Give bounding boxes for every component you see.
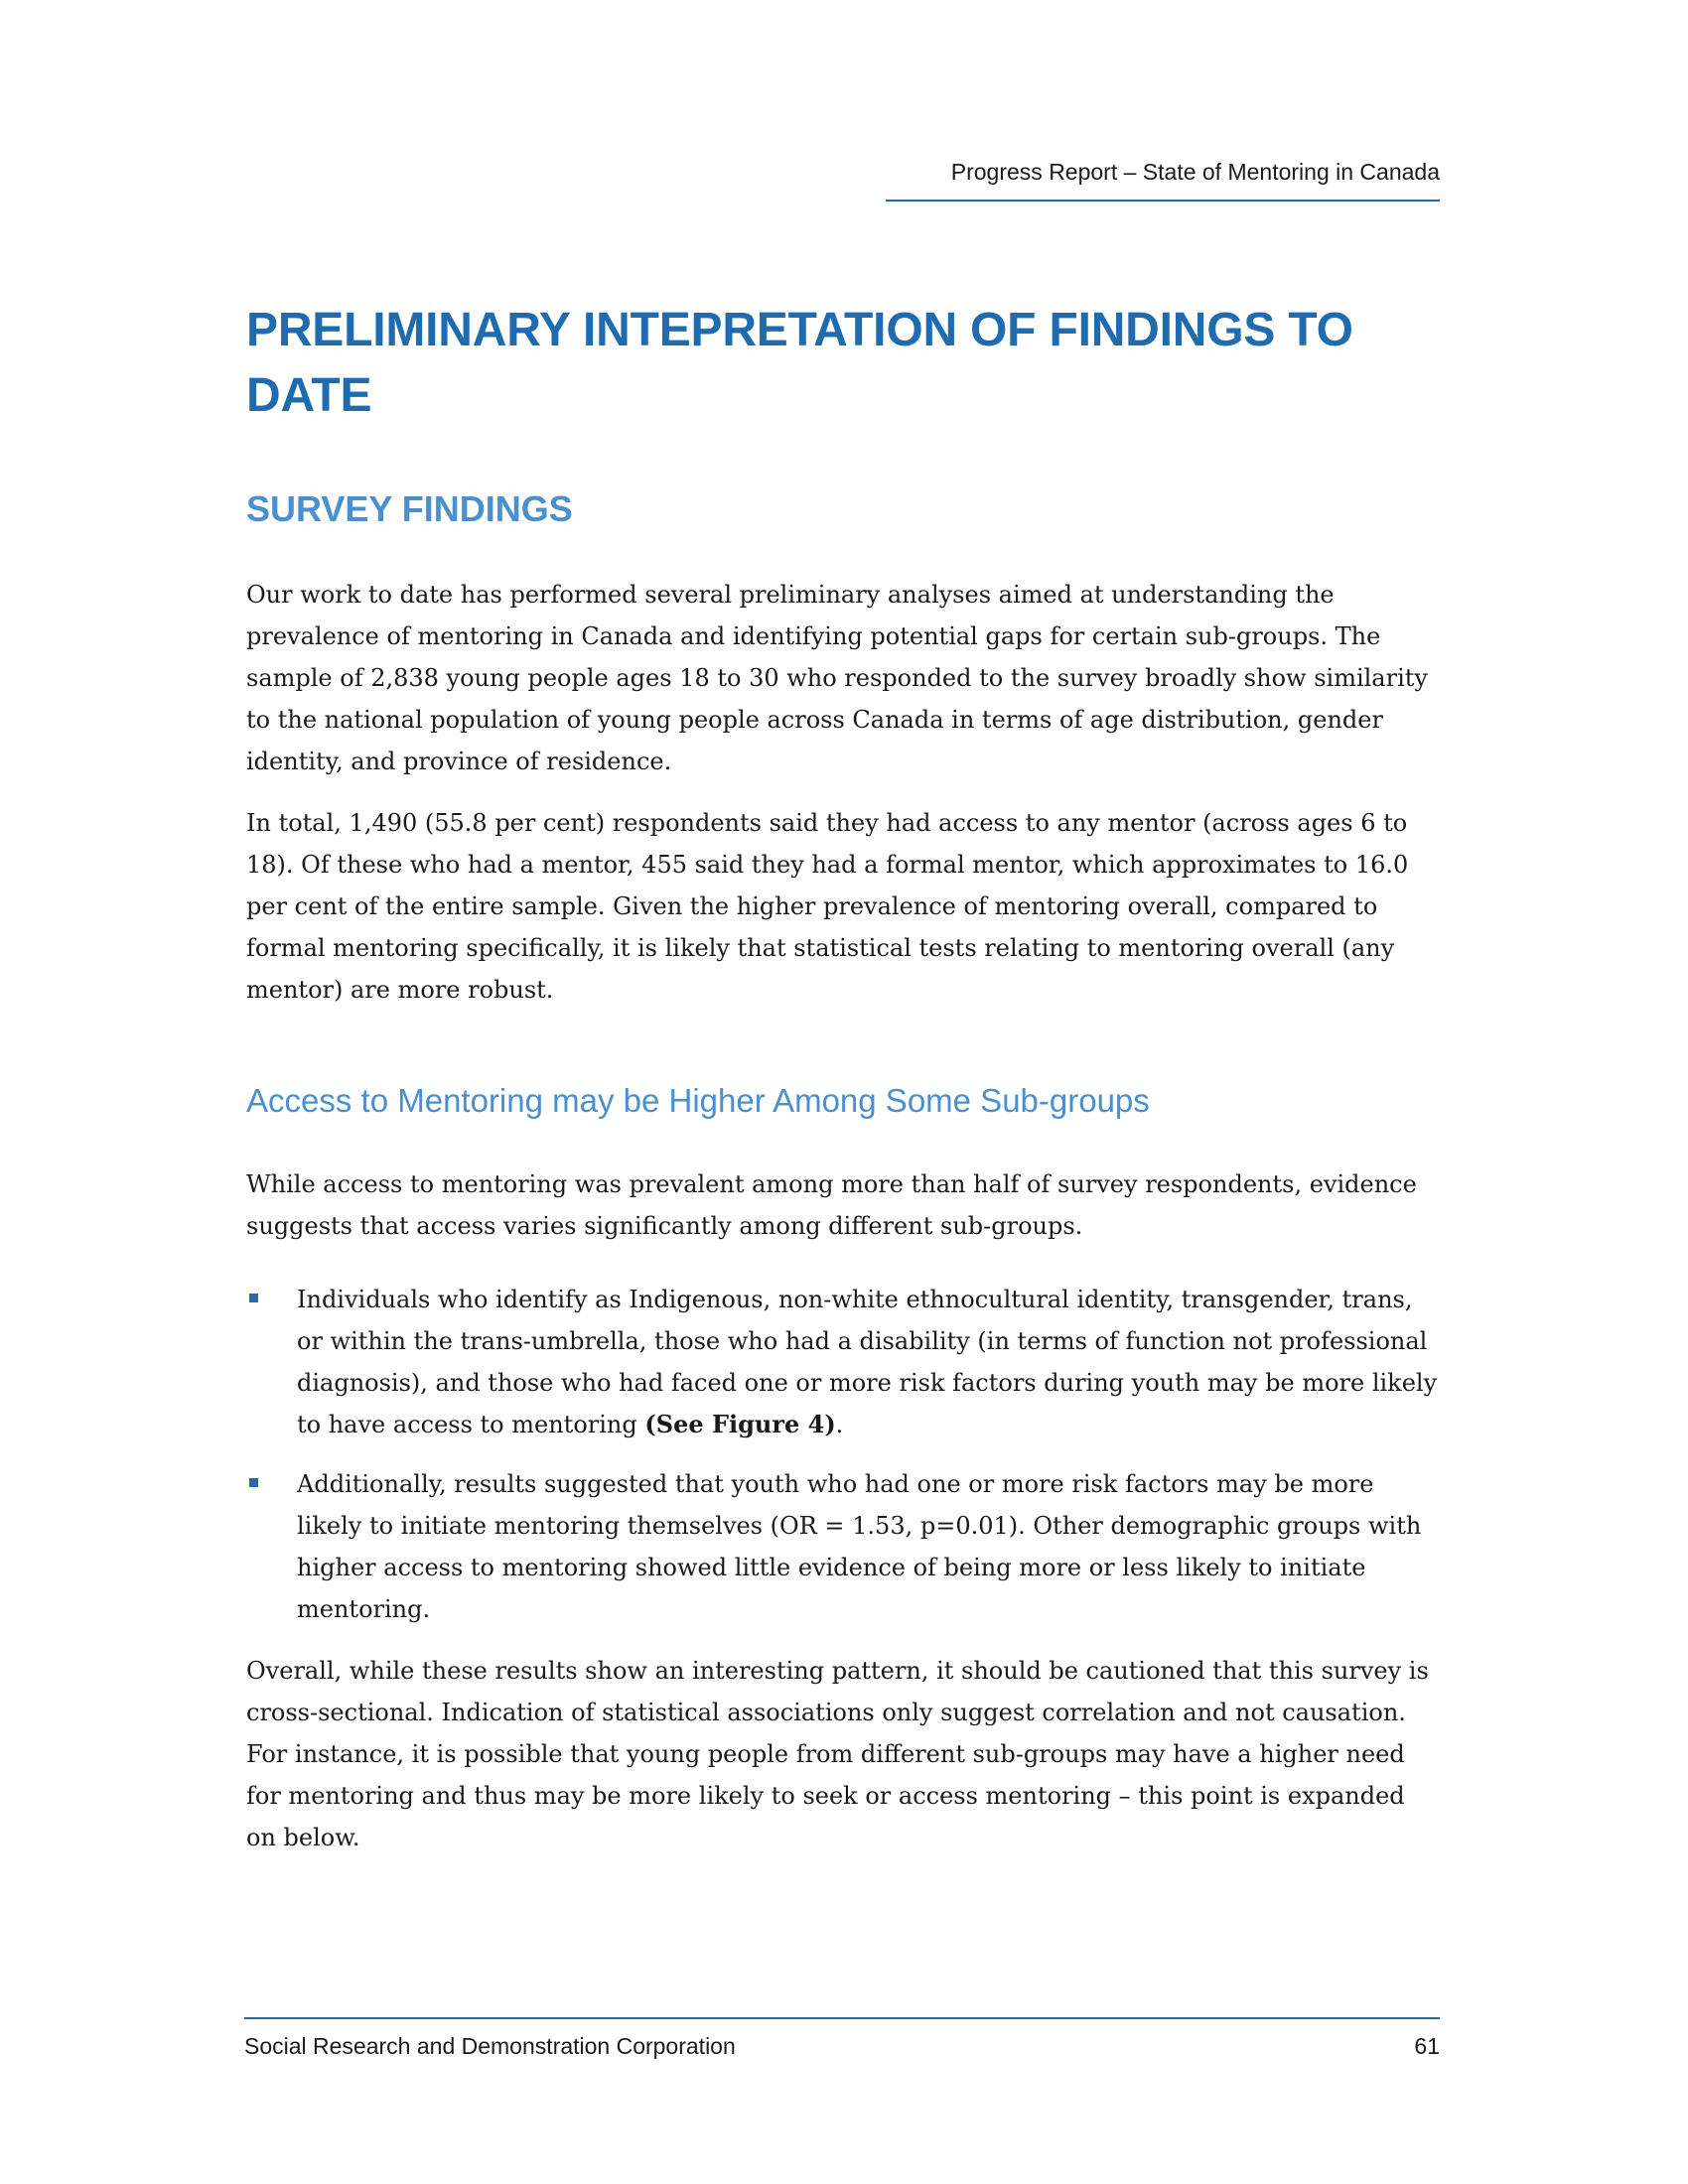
bullet-text: Individuals who identify as Indigenous, …: [297, 1286, 1438, 1438]
page-footer: Social Research and Demonstration Corpor…: [244, 2017, 1440, 2060]
square-bullet-icon: [249, 1478, 258, 1487]
list-item: Individuals who identify as Indigenous, …: [246, 1279, 1438, 1445]
page-content: PRELIMINARY INTEPRETATION OF FINDINGS TO…: [246, 298, 1438, 1858]
section-subtitle: SURVEY FINDINGS: [246, 488, 573, 529]
list-item: Additionally, results suggested that you…: [246, 1463, 1438, 1630]
page-number: 61: [1414, 2033, 1440, 2059]
square-bullet-icon: [249, 1294, 258, 1302]
running-header: Progress Report – State of Mentoring in …: [886, 159, 1440, 202]
paragraph-totals: In total, 1,490 (55.8 per cent) responde…: [246, 809, 1409, 1004]
paragraph-sample: Our work to date has performed several p…: [246, 581, 1428, 775]
bullet-text: Additionally, results suggested that you…: [297, 1470, 1422, 1623]
bullet-tail: .: [835, 1411, 844, 1438]
footer-organization: Social Research and Demonstration Corpor…: [244, 2033, 736, 2059]
paragraph-closing: Overall, while these results show an int…: [246, 1657, 1429, 1851]
figure-reference: (See Figure 4): [644, 1410, 836, 1438]
section-title: PRELIMINARY INTEPRETATION OF FINDINGS TO…: [246, 304, 1353, 422]
findings-list: Individuals who identify as Indigenous, …: [246, 1279, 1438, 1630]
subsection-title: Access to Mentoring may be Higher Among …: [246, 1082, 1150, 1119]
paragraph-intro: While access to mentoring was prevalent …: [246, 1170, 1417, 1240]
